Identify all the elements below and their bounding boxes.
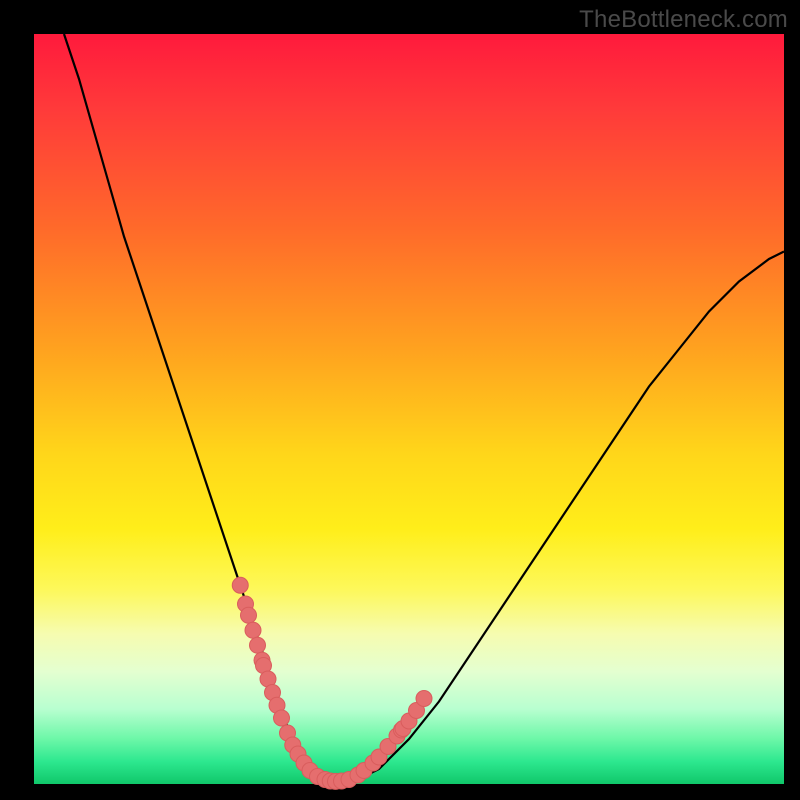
marker-point: [274, 710, 290, 726]
marker-point: [250, 637, 266, 653]
curve-svg: [34, 34, 784, 784]
marker-point: [245, 622, 261, 638]
marker-point: [416, 691, 432, 707]
plot-area: [34, 34, 784, 784]
marker-group: [232, 577, 432, 789]
chart-frame: TheBottleneck.com: [0, 0, 800, 800]
marker-point: [232, 577, 248, 593]
marker-point: [241, 607, 257, 623]
watermark-text: TheBottleneck.com: [579, 6, 788, 34]
bottleneck-curve: [64, 34, 784, 782]
